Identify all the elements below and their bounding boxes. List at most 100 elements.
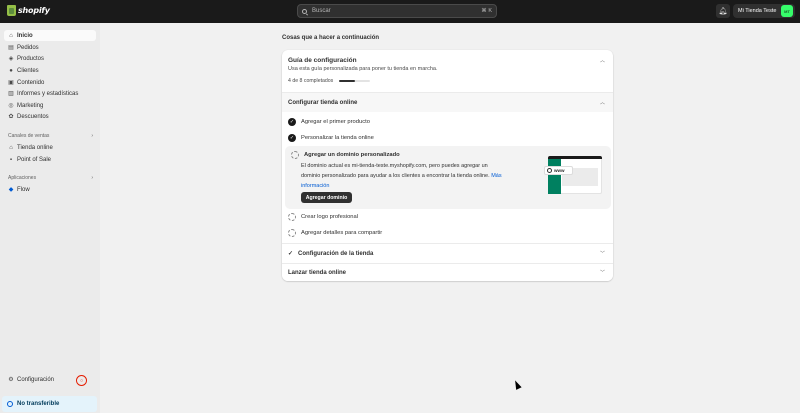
sidebar-item-label: Configuración	[17, 376, 55, 383]
search-icon	[302, 8, 307, 14]
sidebar-item-marketing[interactable]: ◎ Marketing	[4, 100, 96, 111]
sidebar-item-informes[interactable]: ▥ Informes y estadísticas	[4, 88, 96, 99]
setup-guide-card: Guía de configuración ︿ Usa esta guía pe…	[282, 50, 613, 281]
globe-icon	[547, 168, 552, 173]
image-icon: ▣	[8, 79, 14, 86]
task-personalizar-tienda[interactable]: ✓ Personalizar la tienda online	[288, 134, 374, 142]
task-description-text: El dominio actual es mi-tienda-teste.mys…	[301, 163, 490, 179]
chevron-up-icon: ︿	[600, 58, 606, 64]
section-configuracion-tienda[interactable]: ✓ Configuración de la tienda	[282, 244, 613, 263]
chevron-down-icon: ﹀	[600, 270, 606, 276]
task-dominio-title[interactable]: Agregar un dominio personalizado	[291, 151, 400, 159]
checkmark-icon: ✓	[288, 134, 296, 142]
gear-icon: ⚙	[8, 376, 14, 383]
task-primer-producto[interactable]: ✓ Agregar el primer producto	[288, 118, 370, 126]
settings-alert-icon: ○	[76, 375, 87, 386]
sidebar: ⌂ Inicio ▤ Pedidos ◈ Productos ● Cliente…	[0, 23, 100, 413]
chart-icon: ▥	[8, 90, 14, 97]
chevron-right-icon: ›	[91, 133, 93, 139]
task-description: El dominio actual es mi-tienda-teste.mys…	[301, 161, 507, 191]
person-icon: ●	[9, 67, 13, 74]
www-label: www	[554, 168, 565, 173]
banner-label: No transferible	[17, 401, 60, 407]
progress-text: 4 de 8 completados	[288, 78, 334, 84]
section-lanzar-tienda[interactable]: Lanzar tienda online	[282, 264, 613, 281]
apps-header[interactable]: Aplicaciones ›	[8, 175, 93, 181]
progress-bar	[339, 80, 370, 82]
collapse-guide-button[interactable]: ︿	[600, 57, 605, 64]
sidebar-item-pedidos[interactable]: ▤ Pedidos	[4, 42, 96, 53]
sidebar-item-label: Flow	[17, 186, 30, 193]
sidebar-item-label: Clientes	[17, 67, 39, 74]
non-transferable-banner[interactable]: No transferible	[2, 396, 97, 412]
page-title: Cosas que a hacer a continuación	[282, 35, 380, 41]
sidebar-item-flow[interactable]: ◆ Flow	[4, 184, 96, 195]
sidebar-item-label: Inicio	[17, 32, 33, 39]
discount-icon: ✿	[8, 113, 14, 120]
pos-icon: ▪	[9, 156, 13, 163]
avatar: MT	[781, 5, 793, 17]
store-menu-button[interactable]: Mi Tienda Teste MT	[733, 4, 795, 18]
sidebar-item-label: Pedidos	[17, 44, 39, 51]
domain-illustration: www	[544, 156, 602, 198]
task-label: Agregar detalles para compartir	[301, 230, 383, 236]
sidebar-item-label: Informes y estadísticas	[17, 90, 79, 97]
sidebar-item-label: Marketing	[17, 102, 44, 109]
add-domain-button[interactable]: Agregar dominio	[301, 192, 352, 203]
guide-subtitle: Usa esta guía personalizada para poner t…	[288, 66, 438, 72]
section-configurar-tienda[interactable]: Configurar tienda online	[282, 93, 613, 112]
chevron-up-icon: ︿	[600, 100, 606, 106]
chevron-right-icon: ›	[91, 175, 93, 181]
apps-label: Aplicaciones	[8, 175, 37, 181]
flow-icon: ◆	[8, 186, 14, 193]
tag-icon: ◈	[8, 55, 14, 62]
task-label: Agregar un dominio personalizado	[304, 152, 400, 158]
guide-title: Guía de configuración	[288, 57, 357, 64]
sidebar-item-label: Point of Sale	[17, 156, 52, 163]
shopify-bag-icon	[7, 5, 16, 16]
bell-icon: 🔔︎	[718, 8, 728, 15]
task-dominio-panel: Agregar un dominio personalizado El domi…	[285, 146, 611, 209]
sidebar-item-point-of-sale[interactable]: ▪ Point of Sale	[4, 154, 96, 165]
notifications-button[interactable]: 🔔︎	[716, 4, 730, 18]
task-label: Crear logo profesional	[301, 214, 359, 220]
task-label: Personalizar la tienda online	[301, 135, 374, 141]
sidebar-item-tienda-online[interactable]: ⌂ Tienda online	[4, 142, 96, 153]
sidebar-item-label: Contenido	[17, 79, 45, 86]
sidebar-item-clientes[interactable]: ● Clientes	[4, 65, 96, 76]
browser-sidebar	[548, 159, 561, 194]
search-input[interactable]: Buscar ⌘ K	[297, 4, 497, 18]
store-name: Mi Tienda Teste	[738, 8, 777, 14]
search-placeholder: Buscar	[312, 8, 331, 14]
task-crear-logo[interactable]: Crear logo profesional	[288, 213, 358, 221]
sales-channels-header[interactable]: Canales de ventas ›	[8, 133, 93, 139]
home-icon: ⌂	[9, 32, 13, 39]
section-title: Configuración de la tienda	[298, 250, 374, 257]
info-icon	[7, 401, 13, 407]
task-label: Agregar el primer producto	[301, 119, 370, 125]
sidebar-item-label: Tienda online	[17, 144, 53, 151]
incomplete-circle-icon	[291, 151, 299, 159]
store-icon: ⌂	[9, 144, 13, 151]
chevron-down-icon: ﹀	[600, 251, 606, 257]
incomplete-circle-icon	[288, 229, 296, 237]
target-icon: ◎	[8, 102, 14, 109]
sidebar-item-descuentos[interactable]: ✿ Descuentos	[4, 111, 96, 122]
inbox-icon: ▤	[8, 44, 14, 51]
progress-fill	[339, 80, 355, 82]
sidebar-item-contenido[interactable]: ▣ Contenido	[4, 77, 96, 88]
task-detalles-compartir[interactable]: Agregar detalles para compartir	[288, 229, 382, 237]
checkmark-icon: ✓	[288, 118, 296, 126]
sidebar-item-label: Descuentos	[17, 113, 49, 120]
sidebar-item-label: Productos	[17, 55, 45, 62]
top-bar: shopify Buscar ⌘ K 🔔︎ Mi Tienda Teste MT	[0, 0, 800, 23]
shopify-logo[interactable]: shopify	[7, 5, 50, 16]
check-icon: ✓	[288, 251, 294, 257]
search-shortcut: ⌘ K	[481, 8, 492, 14]
section-title: Lanzar tienda online	[288, 269, 347, 276]
incomplete-circle-icon	[288, 213, 296, 221]
sidebar-item-productos[interactable]: ◈ Productos	[4, 53, 96, 64]
logo-text: shopify	[18, 6, 50, 15]
mouse-cursor	[512, 379, 522, 390]
sidebar-item-inicio[interactable]: ⌂ Inicio	[4, 30, 96, 41]
